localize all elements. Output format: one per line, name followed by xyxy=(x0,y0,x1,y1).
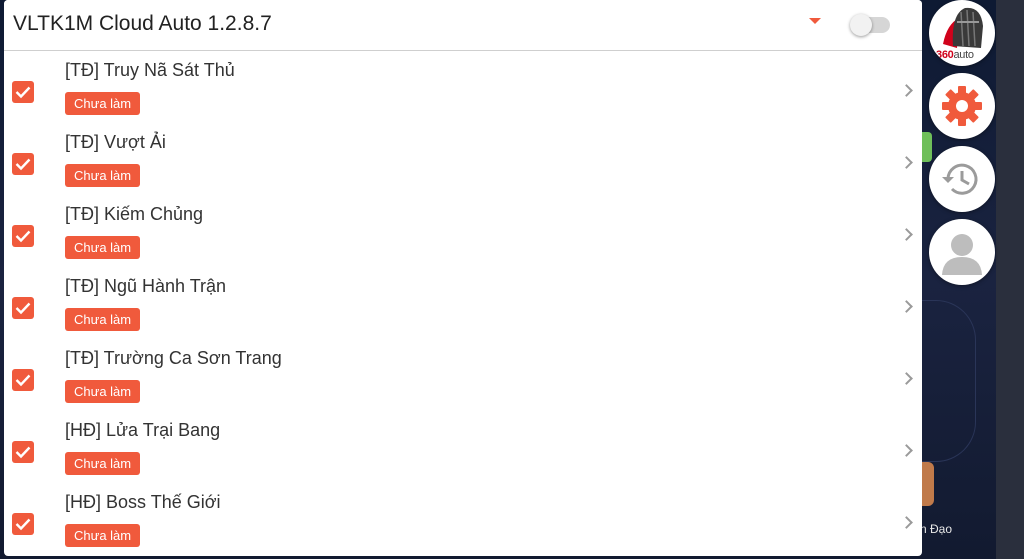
dropdown-arrow-icon[interactable] xyxy=(809,18,821,24)
status-badge: Chưa làm xyxy=(65,92,141,115)
background-label: n Đạo xyxy=(920,522,953,536)
checkmark-icon xyxy=(15,158,31,171)
task-name: [HĐ] Boss Thế Giới xyxy=(65,492,221,512)
logo-suffix-text: auto xyxy=(953,49,974,61)
task-list: [TĐ] Truy Nã Sát Thủ Chưa làm [TĐ] Vượt Ải… xyxy=(4,51,922,555)
task-name: [TĐ] Kiếm Chủng xyxy=(65,204,204,224)
chevron-right-icon[interactable] xyxy=(900,516,913,529)
task-row[interactable]: [TĐ] Vượt Ải Chưa làm xyxy=(4,123,922,195)
history-icon xyxy=(942,163,978,195)
task-checkbox[interactable] xyxy=(12,297,34,319)
auto-task-panel: VLTK1M Cloud Auto 1.2.8.7 [TĐ] Truy Nã S… xyxy=(4,0,922,556)
task-checkbox[interactable] xyxy=(12,225,34,247)
checkmark-icon xyxy=(15,86,31,99)
chevron-right-icon[interactable] xyxy=(900,84,913,97)
toggle-knob xyxy=(850,14,872,36)
task-name: [HĐ] Lửa Trại Bang xyxy=(65,420,221,440)
status-badge: Chưa làm xyxy=(65,380,141,403)
status-badge: Chưa làm xyxy=(65,524,141,547)
task-row[interactable]: [TĐ] Truy Nã Sát Thủ Chưa làm xyxy=(4,51,922,123)
chevron-right-icon[interactable] xyxy=(900,372,913,385)
task-name: [TĐ] Truy Nã Sát Thủ xyxy=(65,60,235,80)
settings-button[interactable] xyxy=(929,73,995,139)
helmet-logo-icon xyxy=(943,7,983,48)
auto-toggle[interactable] xyxy=(850,14,890,36)
task-row[interactable]: [HĐ] Lửa Trại Bang Chưa làm xyxy=(4,411,922,483)
brand-logo-text: 360auto xyxy=(936,49,974,61)
checkmark-icon xyxy=(15,230,31,243)
status-badge: Chưa làm xyxy=(65,164,141,187)
task-checkbox[interactable] xyxy=(12,441,34,463)
checkmark-icon xyxy=(15,302,31,315)
task-checkbox[interactable] xyxy=(12,153,34,175)
panel-header: VLTK1M Cloud Auto 1.2.8.7 xyxy=(4,0,922,51)
checkmark-icon xyxy=(15,374,31,387)
task-name: [TĐ] Trường Ca Sơn Trang xyxy=(65,348,282,368)
profile-button[interactable] xyxy=(929,219,995,285)
task-row[interactable]: [TĐ] Trường Ca Sơn Trang Chưa làm xyxy=(4,339,922,411)
background-strip xyxy=(996,0,1024,559)
checkmark-icon xyxy=(15,446,31,459)
status-badge: Chưa làm xyxy=(65,452,141,475)
gear-icon xyxy=(942,86,982,126)
brand-logo-button[interactable]: 360auto xyxy=(929,0,995,66)
chevron-right-icon[interactable] xyxy=(900,228,913,241)
chevron-right-icon[interactable] xyxy=(900,156,913,169)
history-button[interactable] xyxy=(929,146,995,212)
task-name: [TĐ] Ngũ Hành Trận xyxy=(65,276,227,296)
task-checkbox[interactable] xyxy=(12,513,34,535)
status-badge: Chưa làm xyxy=(65,236,141,259)
task-checkbox[interactable] xyxy=(12,369,34,391)
task-name: [TĐ] Vượt Ải xyxy=(65,132,166,152)
task-row[interactable]: [TĐ] Kiếm Chủng Chưa làm xyxy=(4,195,922,267)
status-badge: Chưa làm xyxy=(65,308,141,331)
app-title: VLTK1M Cloud Auto 1.2.8.7 xyxy=(13,12,272,35)
task-row[interactable]: [HĐ] Boss Thế Giới Chưa làm xyxy=(4,483,922,555)
chevron-right-icon[interactable] xyxy=(900,444,913,457)
user-icon xyxy=(942,234,982,275)
checkmark-icon xyxy=(15,518,31,531)
task-row[interactable]: [TĐ] Ngũ Hành Trận Chưa làm xyxy=(4,267,922,339)
logo-brand-text: 360 xyxy=(936,49,954,61)
chevron-right-icon[interactable] xyxy=(900,300,913,313)
task-checkbox[interactable] xyxy=(12,81,34,103)
